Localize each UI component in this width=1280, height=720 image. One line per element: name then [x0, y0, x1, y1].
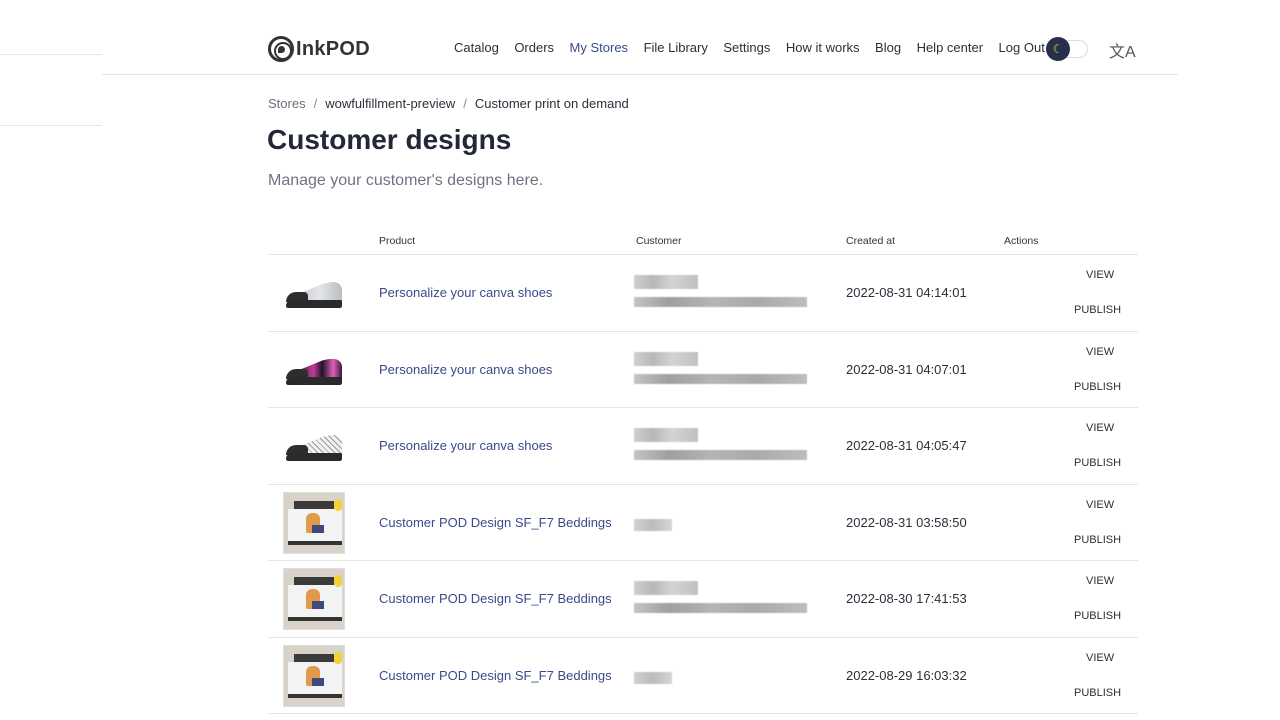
- publish-button[interactable]: PUBLISH: [1074, 457, 1121, 469]
- logo[interactable]: InkPOD: [268, 36, 370, 62]
- view-button[interactable]: VIEW: [1086, 346, 1114, 358]
- nav-my-stores[interactable]: My Stores: [570, 40, 629, 55]
- translate-icon[interactable]: 文A: [1109, 38, 1136, 62]
- column-customer: Customer: [636, 235, 682, 247]
- breadcrumb-separator: /: [463, 96, 467, 111]
- shoe-image: [284, 353, 344, 387]
- publish-button[interactable]: PUBLISH: [1074, 610, 1121, 622]
- breadcrumb: Stores / wowfulfillment-preview / Custom…: [268, 96, 629, 111]
- nav-blog[interactable]: Blog: [875, 40, 901, 55]
- created-at: 2022-08-29 16:03:32: [846, 667, 967, 683]
- shoe-image: [284, 429, 344, 463]
- view-button[interactable]: VIEW: [1086, 575, 1114, 587]
- created-at: 2022-08-31 04:07:01: [846, 361, 967, 377]
- table-row: Customer POD Design SF_F7 Beddings 2022-…: [268, 638, 1138, 714]
- product-link[interactable]: Customer POD Design SF_F7 Beddings: [379, 515, 612, 530]
- divider: [0, 54, 102, 55]
- nav-how-it-works[interactable]: How it works: [786, 40, 860, 55]
- publish-button[interactable]: PUBLISH: [1074, 304, 1121, 316]
- breadcrumb-store[interactable]: wowfulfillment-preview: [325, 96, 455, 111]
- toggle-knob: ☾: [1046, 37, 1070, 61]
- breadcrumb-current: Customer print on demand: [474, 96, 629, 111]
- shoe-image: [284, 276, 344, 310]
- product-thumbnail: [282, 414, 346, 478]
- publish-button[interactable]: PUBLISH: [1074, 534, 1121, 546]
- inkpod-logo-icon: [268, 36, 294, 62]
- page-subtitle: Manage your customer's designs here.: [268, 172, 544, 189]
- nav-log-out[interactable]: Log Out: [999, 40, 1045, 55]
- view-button[interactable]: VIEW: [1086, 499, 1114, 511]
- designs-table: Product Customer Created at Actions Pers…: [268, 228, 1138, 714]
- publish-button[interactable]: PUBLISH: [1074, 381, 1121, 393]
- product-link[interactable]: Personalize your canva shoes: [379, 285, 552, 300]
- product-thumbnail: [282, 644, 346, 708]
- bedding-image: [283, 568, 345, 630]
- column-created-at: Created at: [846, 235, 896, 247]
- created-at: 2022-08-31 04:05:47: [846, 438, 967, 453]
- product-thumbnail: [282, 567, 346, 631]
- view-button[interactable]: VIEW: [1086, 652, 1114, 664]
- bedding-image: [283, 491, 345, 554]
- main-nav: Catalog Orders My Stores File Library Se…: [454, 40, 1060, 55]
- breadcrumb-stores[interactable]: Stores: [268, 96, 306, 111]
- divider: [0, 125, 102, 126]
- product-link[interactable]: Customer POD Design SF_F7 Beddings: [379, 668, 612, 683]
- product-thumbnail: [282, 261, 346, 325]
- table-header: Product Customer Created at Actions: [268, 228, 1138, 255]
- table-row: Personalize your canva shoes 2022-08-31 …: [268, 408, 1138, 485]
- column-product: Product: [379, 235, 416, 247]
- nav-orders[interactable]: Orders: [514, 40, 554, 55]
- top-header: InkPOD Catalog Orders My Stores File Lib…: [102, 0, 1178, 75]
- theme-toggle[interactable]: ☾: [1046, 37, 1088, 61]
- product-thumbnail: [282, 338, 346, 402]
- publish-button[interactable]: PUBLISH: [1074, 687, 1121, 699]
- moon-icon: ☾: [1052, 42, 1064, 56]
- page-title: Customer designs: [267, 124, 512, 155]
- nav-help-center[interactable]: Help center: [917, 40, 983, 55]
- nav-catalog[interactable]: Catalog: [454, 40, 499, 55]
- created-at: 2022-08-30 17:41:53: [846, 591, 967, 606]
- customer-redacted: [634, 658, 809, 698]
- nav-settings[interactable]: Settings: [723, 40, 770, 55]
- customer-redacted: [634, 275, 809, 315]
- view-button[interactable]: VIEW: [1086, 422, 1114, 434]
- created-at: 2022-08-31 03:58:50: [846, 514, 967, 530]
- side-panel-edge: [0, 0, 102, 150]
- created-at: 2022-08-31 04:14:01: [846, 285, 967, 300]
- table-row: Customer POD Design SF_F7 Beddings 2022-…: [268, 561, 1138, 638]
- customer-redacted: [634, 428, 809, 468]
- customer-redacted: [634, 351, 809, 392]
- product-link[interactable]: Personalize your canva shoes: [379, 438, 552, 453]
- nav-file-library[interactable]: File Library: [644, 40, 708, 55]
- breadcrumb-separator: /: [313, 96, 318, 111]
- product-thumbnail: [282, 491, 346, 555]
- customer-redacted: [634, 505, 809, 545]
- customer-redacted: [634, 581, 809, 621]
- product-link[interactable]: Customer POD Design SF_F7 Beddings: [379, 591, 612, 606]
- view-button[interactable]: VIEW: [1086, 269, 1114, 281]
- table-row: Personalize your canva shoes 2022-08-31 …: [268, 255, 1138, 332]
- product-link[interactable]: Personalize your canva shoes: [379, 362, 552, 377]
- column-actions: Actions: [1004, 235, 1039, 247]
- logo-text: InkPOD: [296, 37, 371, 60]
- bedding-image: [283, 644, 345, 707]
- table-row: Personalize your canva shoes 2022-08-31 …: [268, 332, 1138, 408]
- table-row: Customer POD Design SF_F7 Beddings 2022-…: [268, 485, 1138, 561]
